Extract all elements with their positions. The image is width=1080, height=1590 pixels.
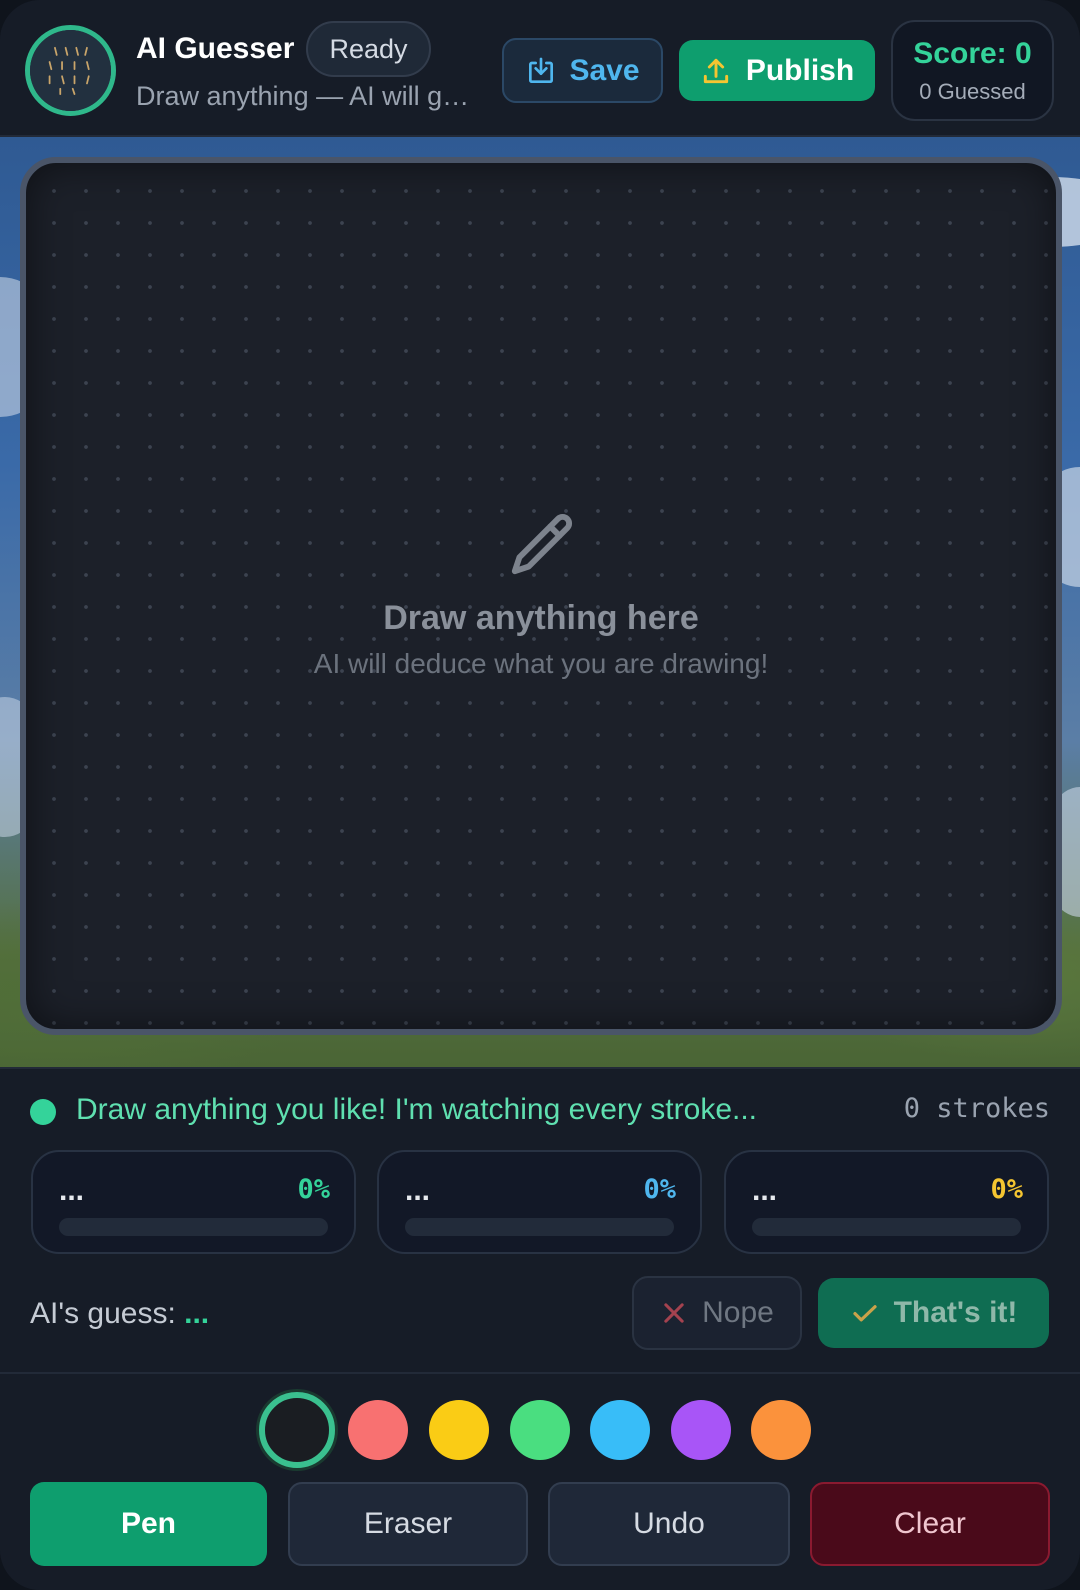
app-title: AI Guesser [136,32,295,65]
undo-button[interactable]: Undo [548,1482,790,1566]
pen-tool-button[interactable]: Pen [30,1482,267,1566]
publish-button[interactable]: Publish [679,40,875,101]
guess-percent: 0% [297,1174,330,1205]
guess-label: ... [59,1174,85,1207]
color-swatch-red[interactable] [348,1400,408,1460]
guess-progress-bar [405,1218,674,1236]
color-swatch-yellow[interactable] [429,1400,489,1460]
status-indicator-dot [30,1099,56,1125]
canvas-stage: Draw anything here AI will deduce what y… [0,137,1080,1067]
guess-card: ... 0% [724,1150,1049,1254]
guess-label: ... [752,1174,778,1207]
ai-guess-line: AI's guess: ... [30,1297,209,1331]
confirm-guess-label: That's it! [893,1296,1018,1329]
confirm-guess-button[interactable]: That's it! [818,1278,1049,1348]
ai-guess-value: ... [184,1297,210,1330]
guess-progress-bar [59,1218,328,1236]
publish-label: Publish [745,53,855,87]
header-bar: AI Guesser Ready Draw anything — AI will… [0,0,1080,137]
stroke-count: 0 strokes [903,1093,1050,1124]
save-label: Save [569,53,640,87]
guess-percent: 0% [990,1174,1023,1205]
clear-button[interactable]: Clear [810,1482,1050,1566]
check-icon [852,1305,877,1322]
upload-icon [703,58,728,83]
eraser-tool-button[interactable]: Eraser [288,1482,528,1566]
score-panel: Score: 0 0 Guessed [891,20,1054,121]
color-swatch-black[interactable] [259,1392,335,1468]
nope-label: Nope [702,1296,774,1329]
drawing-canvas[interactable]: Draw anything here AI will deduce what y… [20,157,1062,1035]
pencil-icon [511,514,572,575]
hint-subtitle: AI will deduce what you are drawing! [313,648,769,679]
avatar [25,25,116,116]
control-panel: Draw anything you like! I'm watching eve… [0,1067,1080,1590]
app-window: AI Guesser Ready Draw anything — AI will… [0,0,1080,1590]
save-button[interactable]: Save [502,38,663,103]
nope-button[interactable]: Nope [632,1276,802,1350]
color-swatch-orange[interactable] [751,1400,811,1460]
close-icon [664,1303,684,1323]
ai-guess-label: AI's guess: [30,1297,176,1330]
app-subtitle: Draw anything — AI will guess what you a… [136,81,484,111]
color-swatch-purple[interactable] [671,1400,731,1460]
divider [0,1372,1080,1374]
guess-label: ... [405,1174,431,1207]
guess-progress-bar [752,1218,1021,1236]
guess-card: ... 0% [31,1150,356,1254]
guessed-count: 0 Guessed [919,79,1026,104]
avatar-image [30,30,111,111]
color-swatch-blue[interactable] [590,1400,650,1460]
empty-canvas-hint: Draw anything here AI will deduce what y… [26,508,1056,680]
status-badge: Ready [306,21,431,77]
guess-card: ... 0% [377,1150,702,1254]
score-value: Score: 0 [913,37,1032,70]
guess-percent: 0% [643,1174,676,1205]
color-swatch-green[interactable] [510,1400,570,1460]
download-icon [529,57,554,83]
status-message: Draw anything you like! I'm watching eve… [76,1093,758,1126]
hint-title: Draw anything here [383,599,699,637]
